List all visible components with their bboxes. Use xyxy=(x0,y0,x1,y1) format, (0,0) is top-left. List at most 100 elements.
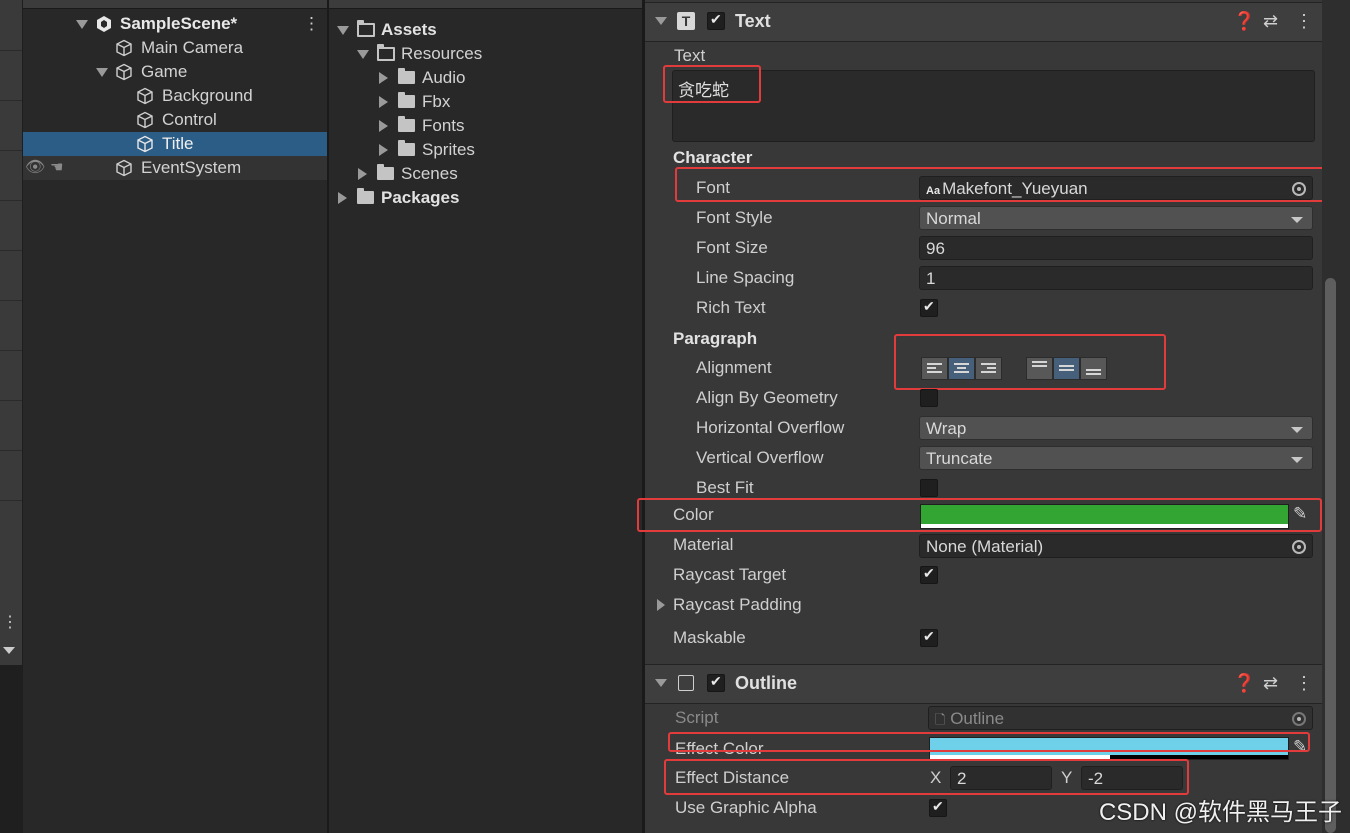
align-left-button[interactable] xyxy=(921,357,948,380)
y-value: -2 xyxy=(1088,769,1104,788)
color-label: Color xyxy=(673,505,714,524)
object-picker-icon[interactable] xyxy=(1292,182,1306,196)
vertical-overflow-label: Vertical Overflow xyxy=(696,448,824,467)
foldout-arrow-icon[interactable] xyxy=(657,599,665,611)
maskable-checkbox[interactable] xyxy=(920,628,938,647)
collapse-arrow-icon[interactable] xyxy=(379,144,388,156)
text-component-icon: T xyxy=(677,12,695,30)
kebab-menu-icon[interactable]: ⋮ xyxy=(303,12,320,36)
strip-divider xyxy=(0,350,22,351)
project-item-fonts[interactable]: Fonts xyxy=(329,114,633,138)
eyedropper-icon[interactable]: ✎ xyxy=(1293,737,1307,757)
hierarchy-item-control[interactable]: Control xyxy=(23,108,327,132)
collapse-arrow-icon[interactable] xyxy=(379,72,388,84)
paragraph-header: Paragraph xyxy=(673,329,758,348)
effect-distance-x-input[interactable]: 2 xyxy=(950,766,1052,790)
folder-icon xyxy=(398,140,415,156)
x-label: X xyxy=(930,768,942,787)
expand-arrow-icon[interactable] xyxy=(337,26,349,35)
font-size-input[interactable]: 96 xyxy=(919,236,1313,260)
best-fit-label: Best Fit xyxy=(696,478,754,497)
folder-open-icon xyxy=(377,44,395,61)
text-area[interactable]: 贪吃蛇 xyxy=(672,70,1315,142)
outline-enabled-checkbox[interactable] xyxy=(707,673,725,692)
horizontal-overflow-dropdown[interactable]: Wrap xyxy=(919,416,1313,440)
scene-row[interactable]: SampleScene* ⋮ xyxy=(23,12,327,36)
hierarchy-item-title[interactable]: Title xyxy=(23,132,327,156)
presets-icon[interactable]: ⇄ xyxy=(1263,11,1278,32)
collapse-arrow-icon[interactable] xyxy=(379,96,388,108)
project-item-fbx[interactable]: Fbx xyxy=(329,90,633,114)
project-item-assets[interactable]: Assets xyxy=(329,18,633,42)
color-swatch[interactable] xyxy=(920,504,1289,529)
best-fit-checkbox[interactable] xyxy=(920,479,938,497)
eyedropper-icon[interactable]: ✎ xyxy=(1293,504,1307,524)
text-enabled-checkbox[interactable] xyxy=(707,11,725,30)
project-item-packages[interactable]: Packages xyxy=(329,186,633,210)
strip-divider xyxy=(0,500,22,501)
expand-arrow-icon[interactable] xyxy=(357,50,369,59)
hierarchy-item-game[interactable]: Game xyxy=(23,60,327,84)
folder-icon xyxy=(398,68,415,84)
line-spacing-value: 1 xyxy=(926,269,936,288)
align-right-button[interactable] xyxy=(975,357,1002,380)
project-item-resources[interactable]: Resources xyxy=(329,42,633,66)
raycast-target-label: Raycast Target xyxy=(673,565,787,584)
align-top-button[interactable] xyxy=(1026,357,1053,380)
strip-divider xyxy=(0,250,22,251)
project-toolbar xyxy=(329,0,642,9)
project-item-audio[interactable]: Audio xyxy=(329,66,633,90)
script-label: Script xyxy=(675,708,719,727)
vertical-overflow-dropdown[interactable]: Truncate xyxy=(919,446,1313,470)
font-style-dropdown[interactable]: Normal xyxy=(919,206,1313,230)
collapse-arrow-icon[interactable] xyxy=(379,120,388,132)
effect-distance-y-input[interactable]: -2 xyxy=(1081,766,1183,790)
align-middle-button[interactable] xyxy=(1053,357,1080,380)
help-icon[interactable]: ❓ xyxy=(1233,673,1255,694)
hierarchy-item-label: Main Camera xyxy=(141,38,244,57)
project-item-scenes[interactable]: Scenes xyxy=(329,162,633,186)
hierarchy-item-main-camera[interactable]: Main Camera xyxy=(23,36,327,60)
hierarchy-item-label: EventSystem xyxy=(141,158,242,177)
font-field[interactable]: Aa Makefont_Yueyuan xyxy=(919,176,1313,200)
foldout-arrow-icon[interactable] xyxy=(655,17,667,25)
align-by-geometry-checkbox[interactable] xyxy=(920,389,938,407)
hand-icon[interactable]: ☚ xyxy=(50,156,63,180)
line-spacing-input[interactable]: 1 xyxy=(919,266,1313,290)
effect-color-alpha-bar xyxy=(930,755,1110,759)
use-graphic-alpha-checkbox[interactable] xyxy=(929,798,947,817)
x-value: 2 xyxy=(957,769,967,788)
collapse-arrow-icon[interactable] xyxy=(358,168,367,180)
rich-text-label: Rich Text xyxy=(696,298,766,317)
object-picker-icon[interactable] xyxy=(1292,540,1306,554)
raycast-target-checkbox[interactable] xyxy=(920,565,938,584)
font-label: Font xyxy=(696,178,731,197)
project-item-sprites[interactable]: Sprites xyxy=(329,138,633,162)
effect-color-swatch[interactable] xyxy=(929,737,1289,760)
hierarchy-item-eventsystem[interactable]: 👁 ☚ EventSystem xyxy=(23,156,327,180)
help-icon[interactable]: ❓ xyxy=(1233,11,1255,32)
gameobject-cube-icon xyxy=(137,87,153,105)
align-center-button[interactable] xyxy=(948,357,975,380)
eye-icon[interactable]: 👁 xyxy=(25,156,45,180)
align-bottom-button[interactable] xyxy=(1080,357,1107,380)
text-component-header[interactable]: T Text ❓ ⇄ ⋮ xyxy=(645,2,1322,42)
kebab-menu-icon[interactable]: ⋮ xyxy=(1295,673,1313,694)
expand-arrow-icon[interactable] xyxy=(96,68,108,77)
hierarchy-item-background[interactable]: Background xyxy=(23,84,327,108)
material-field[interactable]: None (Material) xyxy=(919,534,1313,558)
raycast-padding-label[interactable]: Raycast Padding xyxy=(673,595,802,615)
kebab-menu-icon[interactable]: ⋮ xyxy=(2,612,18,632)
rich-text-checkbox[interactable] xyxy=(920,298,938,317)
presets-icon[interactable]: ⇄ xyxy=(1263,673,1278,694)
inspector-scrollbar-thumb[interactable] xyxy=(1325,278,1336,833)
kebab-menu-icon[interactable]: ⋮ xyxy=(1295,11,1313,32)
expand-arrow-icon[interactable] xyxy=(76,20,88,29)
collapse-arrow-icon[interactable] xyxy=(338,192,347,204)
outline-component-header[interactable]: Outline ❓ ⇄ ⋮ xyxy=(645,664,1322,704)
inspector-panel: T Text ❓ ⇄ ⋮ Text 贪吃蛇 Character Font AaM… xyxy=(637,0,1343,833)
chevron-down-icon[interactable] xyxy=(3,647,15,654)
hierarchy-item-label: Background xyxy=(162,86,253,105)
hierarchy-item-label: Game xyxy=(141,62,188,81)
foldout-arrow-icon[interactable] xyxy=(655,679,667,687)
